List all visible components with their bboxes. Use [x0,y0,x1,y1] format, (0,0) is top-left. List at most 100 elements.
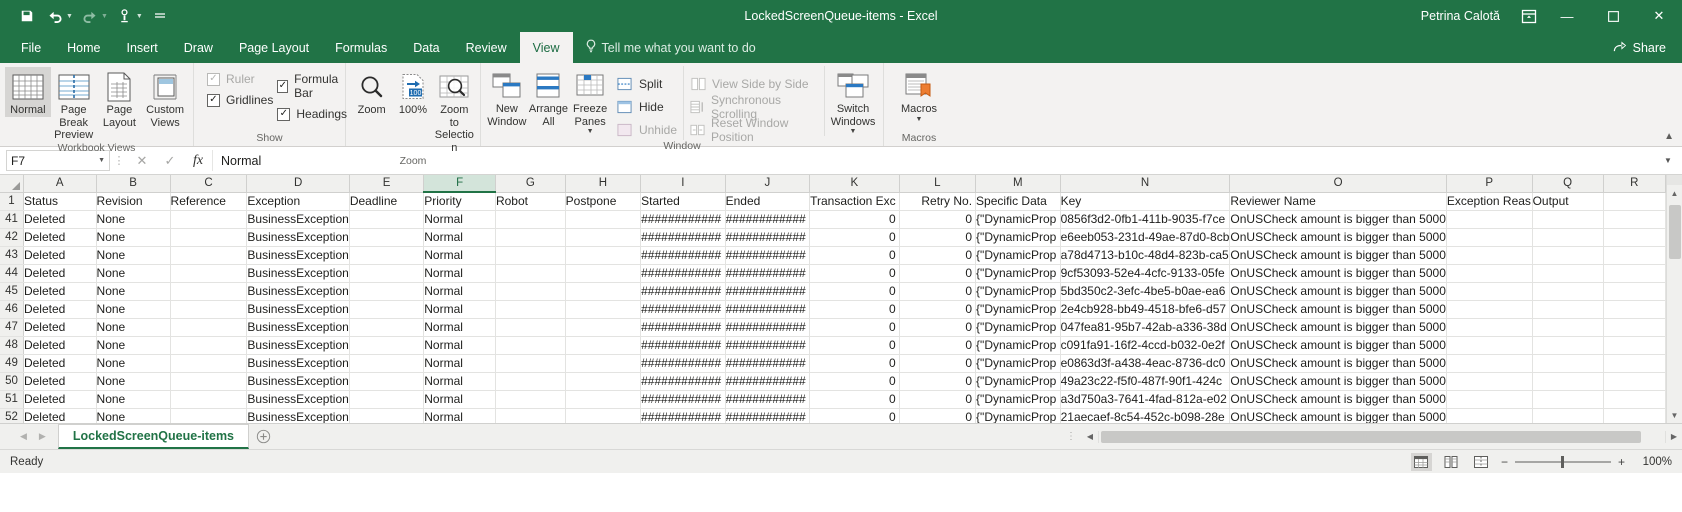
cell-R1[interactable] [1603,192,1666,210]
maximize-button[interactable] [1590,0,1636,32]
cell-N1[interactable]: Key [1060,192,1230,210]
cell-D43[interactable]: BusinessException [247,246,349,264]
cell-F42[interactable]: Normal [424,228,496,246]
cell-B52[interactable]: None [96,408,170,423]
column-header-l[interactable]: L [899,175,975,192]
account-name[interactable]: Petrina Calotă [1421,9,1514,23]
zoom-slider-knob[interactable] [1561,456,1564,468]
cell-L48[interactable]: 0 [899,336,975,354]
previous-sheet-icon[interactable]: ◀ [20,431,27,442]
cell-Q43[interactable] [1532,246,1603,264]
checkbox-headings[interactable]: ✓ Headings [277,107,347,121]
cell-H1[interactable]: Postpone [565,192,640,210]
cell-F46[interactable]: Normal [424,300,496,318]
cell-P47[interactable] [1446,318,1532,336]
chevron-down-icon[interactable]: ▼ [916,116,923,124]
normal-view-button[interactable]: Normal [5,67,51,117]
page-layout-view-button[interactable]: Page Layout [97,67,143,129]
cell-P51[interactable] [1446,390,1532,408]
column-header-n[interactable]: N [1060,175,1230,192]
cell-P42[interactable] [1446,228,1532,246]
cell-L50[interactable]: 0 [899,372,975,390]
cell-O47[interactable]: OnUSCheck amount is bigger than 5000 [1230,318,1446,336]
cell-N49[interactable]: e0863d3f-a438-4eac-8736-dc0 [1060,354,1230,372]
cell-A49[interactable]: Deleted [23,354,96,372]
zoom-in-button[interactable]: + [1618,455,1625,469]
sheet-tab-splitter[interactable]: ⋮ [1066,431,1082,442]
cell-F50[interactable]: Normal [424,372,496,390]
tab-file[interactable]: File [8,32,54,63]
chevron-down-icon[interactable]: ▼ [850,128,857,136]
cell-N52[interactable]: 21aecaef-8c54-452c-b098-28e [1060,408,1230,423]
cell-M50[interactable]: {"DynamicProp [976,372,1061,390]
cell-L46[interactable]: 0 [899,300,975,318]
cell-J44[interactable]: ############ [725,264,809,282]
horizontal-scroll-thumb[interactable] [1101,431,1641,443]
cell-G49[interactable] [495,354,565,372]
cell-K1[interactable]: Transaction Exc [810,192,900,210]
cell-B45[interactable]: None [96,282,170,300]
save-icon[interactable] [14,4,40,28]
cell-H43[interactable] [565,246,640,264]
cell-D41[interactable]: BusinessException [247,210,349,228]
cell-E45[interactable] [349,282,423,300]
zoom-out-button[interactable]: − [1501,455,1508,469]
cell-I44[interactable]: ############ [641,264,725,282]
row-header-1[interactable]: 1 [0,192,23,210]
row-header-48[interactable]: 48 [0,336,23,354]
cell-K50[interactable]: 0 [810,372,900,390]
column-header-k[interactable]: K [810,175,900,192]
cell-R48[interactable] [1603,336,1666,354]
cell-A45[interactable]: Deleted [23,282,96,300]
column-header-f[interactable]: F [424,175,496,192]
row-header-51[interactable]: 51 [0,390,23,408]
cell-A44[interactable]: Deleted [23,264,96,282]
cell-L49[interactable]: 0 [899,354,975,372]
cell-I48[interactable]: ############ [641,336,725,354]
cell-D45[interactable]: BusinessException [247,282,349,300]
cell-H42[interactable] [565,228,640,246]
cell-A46[interactable]: Deleted [23,300,96,318]
cell-B47[interactable]: None [96,318,170,336]
page-break-preview-button[interactable]: Page Break Preview [51,67,97,142]
cell-D46[interactable]: BusinessException [247,300,349,318]
cell-M51[interactable]: {"DynamicProp [976,390,1061,408]
cell-H44[interactable] [565,264,640,282]
cell-R52[interactable] [1603,408,1666,423]
cell-B41[interactable]: None [96,210,170,228]
cell-C1[interactable]: Reference [170,192,247,210]
add-sheet-button[interactable] [249,429,277,444]
cell-N46[interactable]: 2e4cb928-bb49-4518-bfe6-d57 [1060,300,1230,318]
cell-E49[interactable] [349,354,423,372]
cell-P48[interactable] [1446,336,1532,354]
cell-Q48[interactable] [1532,336,1603,354]
cell-N47[interactable]: 047fea81-95b7-42ab-a336-38d [1060,318,1230,336]
cell-B42[interactable]: None [96,228,170,246]
cell-N41[interactable]: 0856f3d2-0fb1-411b-9035-f7ce [1060,210,1230,228]
cell-A51[interactable]: Deleted [23,390,96,408]
cell-K45[interactable]: 0 [810,282,900,300]
cell-D49[interactable]: BusinessException [247,354,349,372]
cell-K42[interactable]: 0 [810,228,900,246]
cell-N50[interactable]: 49a23c22-f5f0-487f-90f1-424c [1060,372,1230,390]
cell-L42[interactable]: 0 [899,228,975,246]
vertical-scrollbar[interactable]: ▲ ▼ [1666,175,1682,423]
cell-G46[interactable] [495,300,565,318]
cell-M47[interactable]: {"DynamicProp [976,318,1061,336]
cell-J51[interactable]: ############ [725,390,809,408]
macros-button[interactable]: Macros ▼ [891,66,947,124]
cell-L45[interactable]: 0 [899,282,975,300]
share-button[interactable]: Share [1613,32,1682,63]
cell-J50[interactable]: ############ [725,372,809,390]
cell-E44[interactable] [349,264,423,282]
cell-Q49[interactable] [1532,354,1603,372]
cell-P1[interactable]: Exception Reas [1446,192,1532,210]
cell-O45[interactable]: OnUSCheck amount is bigger than 5000 [1230,282,1446,300]
cell-D1[interactable]: Exception [247,192,349,210]
cell-P41[interactable] [1446,210,1532,228]
cell-M41[interactable]: {"DynamicProp [976,210,1061,228]
custom-views-button[interactable]: Custom Views [142,67,188,129]
cell-D44[interactable]: BusinessException [247,264,349,282]
column-header-q[interactable]: Q [1532,175,1603,192]
cell-A48[interactable]: Deleted [23,336,96,354]
